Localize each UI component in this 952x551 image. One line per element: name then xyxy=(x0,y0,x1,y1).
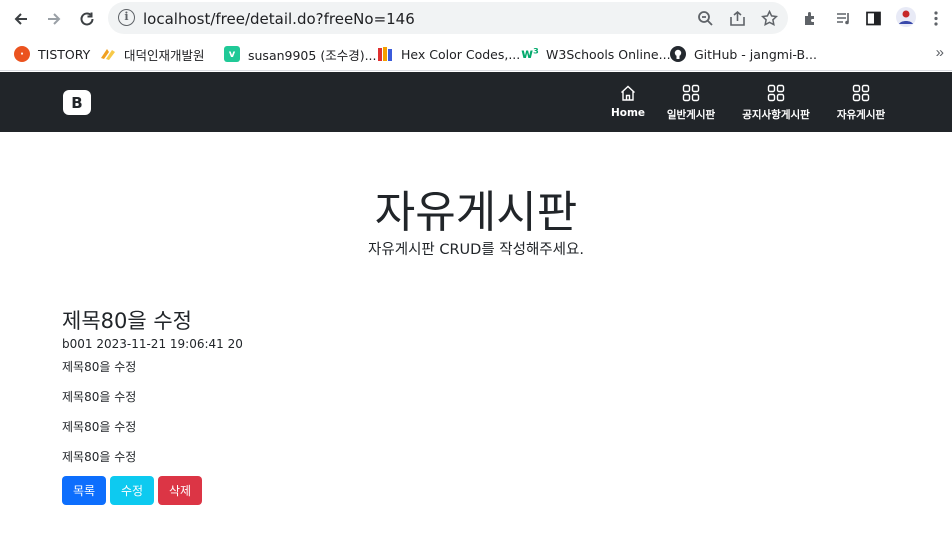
nav-home[interactable]: Home xyxy=(610,83,646,119)
ddit-icon xyxy=(100,46,116,62)
bookmark-velog[interactable]: v susan9905 (조수경)... xyxy=(224,44,377,64)
delete-button[interactable]: 삭제 xyxy=(158,476,202,505)
site-navbar: B Home 일반게시판 공지사항게시판 자유게시판 xyxy=(0,72,952,132)
address-bar[interactable]: i localhost/free/detail.do?freeNo=146 xyxy=(108,2,788,34)
menu-icon[interactable] xyxy=(926,8,946,28)
bookmark-tistory[interactable]: · TISTORY xyxy=(14,44,90,64)
nav-label: 자유게시판 xyxy=(836,109,886,121)
velog-icon: v xyxy=(224,46,240,62)
post-content-line: 제목80을 수정 xyxy=(62,360,137,374)
page-subtitle: 자유게시판 CRUD를 작성해주세요. xyxy=(368,242,584,258)
bookmark-label: W3Schools Online... xyxy=(546,46,671,62)
profile-avatar[interactable] xyxy=(895,6,917,28)
zoom-icon[interactable] xyxy=(695,8,715,28)
list-button[interactable]: 목록 xyxy=(62,476,106,505)
bookmark-label: susan9905 (조수경)... xyxy=(248,47,377,63)
nav-notice-board[interactable]: 공지사항게시판 xyxy=(739,83,813,122)
bookmark-w3schools[interactable]: w³ W3Schools Online... xyxy=(521,44,671,64)
reload-icon xyxy=(80,12,94,26)
grid-icon xyxy=(852,83,870,103)
page-title: 자유게시판 xyxy=(374,187,578,238)
bookmark-label: Hex Color Codes,... xyxy=(401,46,521,62)
tistory-icon: · xyxy=(14,46,30,62)
books-icon xyxy=(377,46,393,62)
media-icon[interactable] xyxy=(833,8,853,28)
nav-free-board[interactable]: 자유게시판 xyxy=(834,83,888,122)
brand-logo[interactable]: B xyxy=(63,90,91,115)
bookmark-label: GitHub - jangmi-B... xyxy=(694,46,817,62)
share-icon[interactable] xyxy=(727,8,747,28)
bookmark-github[interactable]: GitHub - jangmi-B... xyxy=(670,44,817,64)
bookmarks-bar: · TISTORY 대덕인재개발원 v susan9905 (조수경)... H… xyxy=(0,38,952,71)
side-panel-icon[interactable] xyxy=(863,8,883,28)
bookmarks-overflow-icon[interactable]: » xyxy=(936,44,944,61)
star-icon[interactable] xyxy=(759,8,779,28)
github-icon xyxy=(670,46,686,62)
nav-label: 공지사항게시판 xyxy=(742,109,810,121)
house-icon xyxy=(619,83,637,103)
post-content-line: 제목80을 수정 xyxy=(62,390,137,404)
post-title: 제목80을 수정 xyxy=(62,309,192,333)
reload-button[interactable] xyxy=(74,6,100,32)
browser-toolbar: i localhost/free/detail.do?freeNo=146 xyxy=(0,0,952,38)
grid-icon xyxy=(767,83,785,103)
arrow-left-icon xyxy=(14,13,27,25)
url-text[interactable]: localhost/free/detail.do?freeNo=146 xyxy=(143,10,415,28)
arrow-right-icon xyxy=(48,13,61,25)
bookmark-label: TISTORY xyxy=(38,46,91,62)
grid-icon xyxy=(682,83,700,103)
edit-button[interactable]: 수정 xyxy=(110,476,154,505)
back-button[interactable] xyxy=(8,6,34,32)
post-content-line: 제목80을 수정 xyxy=(62,420,137,434)
bookmark-ddit[interactable]: 대덕인재개발원 xyxy=(100,44,205,64)
bookmark-label: 대덕인재개발원 xyxy=(124,47,205,63)
forward-button[interactable] xyxy=(41,6,67,32)
extensions-icon[interactable] xyxy=(800,8,820,28)
nav-general-board[interactable]: 일반게시판 xyxy=(664,83,718,122)
w3schools-icon: w³ xyxy=(521,46,539,62)
nav-label: Home xyxy=(610,107,646,119)
nav-label: 일반게시판 xyxy=(666,109,716,121)
site-info-icon[interactable]: i xyxy=(118,9,135,26)
post-meta: b001 2023-11-21 19:06:41 20 xyxy=(62,337,243,351)
bookmark-hexcolor[interactable]: Hex Color Codes,... xyxy=(377,44,520,64)
post-content-line: 제목80을 수정 xyxy=(62,450,137,464)
